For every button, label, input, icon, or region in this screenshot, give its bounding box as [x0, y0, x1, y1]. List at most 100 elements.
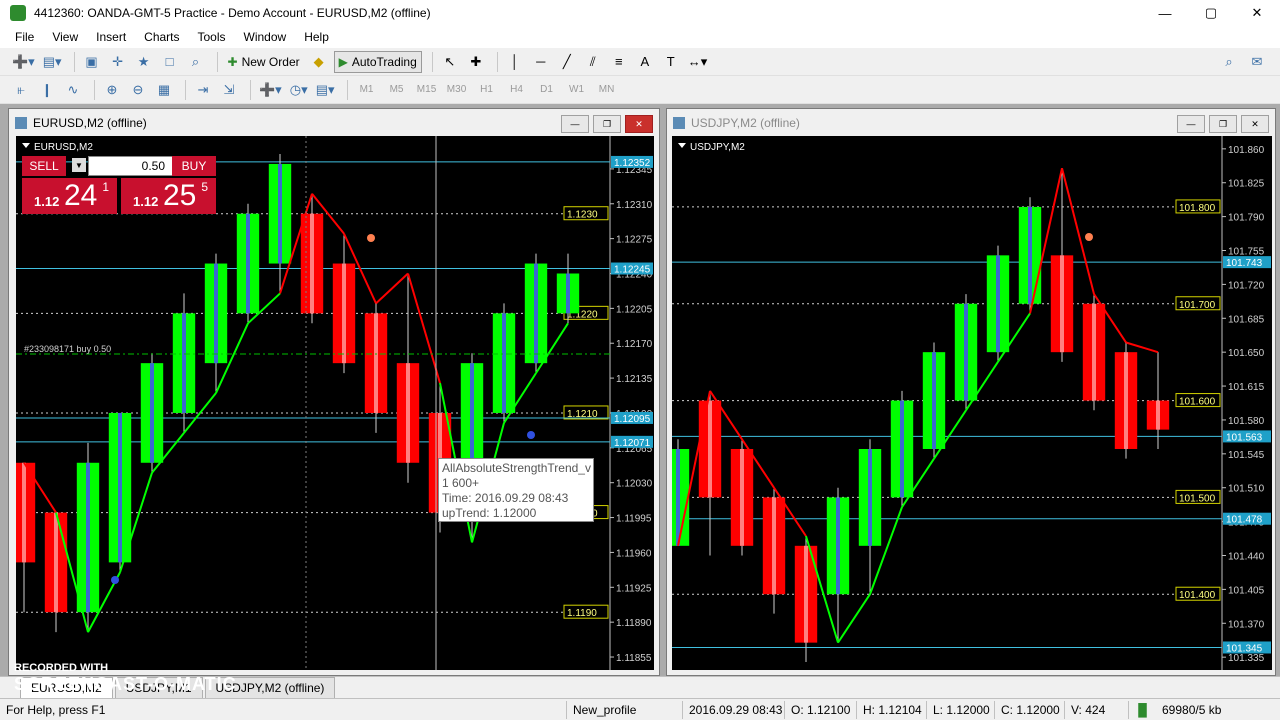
metaeditor-icon[interactable]: ◆	[308, 51, 330, 73]
menu-window[interactable]: Window	[235, 30, 296, 44]
connection-icon: ▐▌	[1134, 703, 1152, 717]
trend-segment	[837, 593, 871, 644]
price-tick-label: 101.860	[1228, 145, 1265, 156]
zoom-out-icon[interactable]: ⊖	[127, 79, 149, 101]
status-help: For Help, press F1	[6, 703, 106, 717]
minimize-icon[interactable]: —	[561, 115, 589, 133]
arrows-icon[interactable]: ↔▾	[686, 51, 710, 73]
level-label: 101.700	[1179, 300, 1216, 311]
chart-plot-usdjpy[interactable]: 101.860 101.825 101.790 101.755 101.720 101.6…	[672, 136, 1272, 670]
period-m5[interactable]: M5	[384, 79, 410, 101]
bid-prefix: 1.12	[34, 194, 60, 209]
menu-charts[interactable]: Charts	[135, 30, 188, 44]
terminal-icon[interactable]: □	[159, 51, 181, 73]
navigator-icon[interactable]: ★	[133, 51, 155, 73]
channel-icon[interactable]: ⫽	[582, 51, 604, 73]
menu-help[interactable]: Help	[295, 30, 338, 44]
ask-pips: 25	[163, 179, 197, 212]
candle-center	[804, 545, 808, 643]
period-m30[interactable]: M30	[444, 79, 470, 101]
chat-icon[interactable]: ✉	[1246, 51, 1268, 73]
candle-center	[246, 213, 250, 314]
tile-windows-icon[interactable]: ▦	[153, 79, 175, 101]
watermark-brand: SCREENCAST-O-MATIC	[14, 674, 237, 694]
line-chart-icon[interactable]: ∿	[62, 79, 84, 101]
candle-center	[836, 497, 840, 595]
ask-price-button[interactable]: 1.12 25 5	[121, 178, 216, 214]
text-label-icon[interactable]: T	[660, 51, 682, 73]
price-mark-label: 101.345	[1226, 643, 1263, 654]
price-tick-label: 1.12030	[616, 479, 653, 490]
new-order-icon: ✚	[227, 54, 238, 69]
period-h4[interactable]: H4	[504, 79, 530, 101]
search-icon[interactable]: ⌕	[1218, 51, 1240, 73]
bid-price-button[interactable]: 1.12 24 1	[22, 178, 117, 214]
status-time: 2016.09.29 08:43	[689, 703, 783, 717]
chart-window-title: USDJPY,M2 (offline)	[691, 116, 800, 130]
templates-icon[interactable]: ▤▾	[314, 79, 337, 101]
period-d1[interactable]: D1	[534, 79, 560, 101]
crosshair-icon[interactable]: ✚	[465, 51, 487, 73]
menu-file[interactable]: File	[6, 30, 43, 44]
cursor-icon[interactable]: ↖	[439, 51, 461, 73]
restore-icon[interactable]: ❐	[593, 115, 621, 133]
tooltip-line: 1 600+	[442, 476, 480, 490]
level-label: 1.1230	[567, 210, 598, 221]
bar-chart-icon[interactable]: ⫦	[10, 79, 32, 101]
close-icon[interactable]: ✕	[1241, 115, 1269, 133]
minimize-icon[interactable]: —	[1142, 0, 1188, 26]
period-m15[interactable]: M15	[414, 79, 440, 101]
maximize-icon[interactable]: ▢	[1188, 0, 1234, 26]
sell-button[interactable]: SELL	[22, 156, 66, 176]
price-tick-label: 1.11925	[616, 583, 652, 594]
chart-shift-icon[interactable]: ⇥	[192, 79, 214, 101]
vertical-line-icon[interactable]: │	[504, 51, 526, 73]
profiles-icon[interactable]: ▤▾	[41, 51, 64, 73]
text-icon[interactable]: A	[634, 51, 656, 73]
trendline-icon[interactable]: ╱	[556, 51, 578, 73]
market-watch-icon[interactable]: ▣	[81, 51, 103, 73]
price-mark-label: 1.12095	[614, 414, 651, 425]
close-icon[interactable]: ✕	[625, 115, 653, 133]
zoom-in-icon[interactable]: ⊕	[101, 79, 123, 101]
tooltip-line: upTrend: 1.12000	[442, 506, 537, 520]
period-w1[interactable]: W1	[564, 79, 590, 101]
periods-icon[interactable]: ◷▾	[288, 79, 310, 101]
level-label: 1.1190	[567, 608, 597, 619]
price-tick-label: 101.755	[1228, 247, 1265, 258]
auto-trading-button[interactable]: ▶ AutoTrading	[333, 50, 422, 73]
standard-toolbar: ➕▾ ▤▾ ▣ ✛ ★ □ ⌕ ✚ New Order ◆ ▶ AutoTradin…	[0, 48, 1280, 76]
candle-center	[740, 448, 744, 546]
fibonacci-icon[interactable]: ≡	[608, 51, 630, 73]
menu-view[interactable]: View	[43, 30, 87, 44]
autoscroll-icon[interactable]: ⇲	[218, 79, 240, 101]
strategy-tester-icon[interactable]: ⌕	[185, 51, 207, 73]
menu-insert[interactable]: Insert	[87, 30, 135, 44]
close-icon[interactable]: ✕	[1234, 0, 1280, 26]
new-order-button[interactable]: ✚ New Order	[224, 51, 304, 73]
period-m1[interactable]: M1	[354, 79, 380, 101]
new-chart-icon[interactable]: ➕▾	[10, 51, 37, 73]
status-open: O: 1.12100	[791, 703, 851, 717]
data-window-icon[interactable]: ✛	[107, 51, 129, 73]
candle-center	[118, 412, 122, 563]
price-tick-label: 101.720	[1228, 280, 1265, 291]
price-mark-label: 1.12071	[614, 438, 651, 449]
horizontal-line-icon[interactable]: ─	[530, 51, 552, 73]
price-tick-label: 101.790	[1228, 213, 1265, 224]
candlestick-icon[interactable]: ❙	[36, 79, 58, 101]
symbol-dropdown-icon	[678, 143, 686, 148]
lot-decrease-icon[interactable]: ▼	[72, 158, 86, 172]
period-mn[interactable]: MN	[594, 79, 620, 101]
buy-button[interactable]: BUY	[172, 156, 216, 176]
restore-icon[interactable]: ❐	[1209, 115, 1237, 133]
period-h1[interactable]: H1	[474, 79, 500, 101]
ask-prefix: 1.12	[133, 194, 159, 209]
candle-center	[932, 352, 936, 449]
menu-tools[interactable]: Tools	[189, 30, 235, 44]
chart-svg-eurusd: 1.123451.123101.122751.122401.122051.121…	[16, 136, 653, 670]
candle-center	[342, 263, 346, 364]
minimize-icon[interactable]: —	[1177, 115, 1205, 133]
chart-plot-eurusd[interactable]: 1.12345 1.12310 1.12275 1.12240 1.12205 1.121…	[16, 136, 654, 670]
indicators-icon[interactable]: ➕▾	[257, 79, 284, 101]
